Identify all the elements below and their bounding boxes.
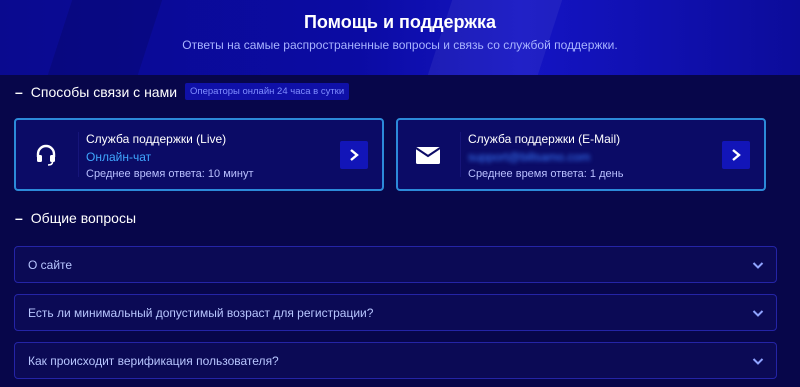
live-chat-link[interactable]: Онлайн-чат [86,150,151,164]
faq-item-verification[interactable]: Как происходит верификация пользователя? [14,342,777,379]
open-email-button[interactable] [722,141,750,169]
contact-heading-text: Способы связи с нами [30,83,178,100]
dash-icon: – [15,210,23,226]
faq-question: О сайте [28,257,73,272]
faq-heading-text: Общие вопросы [30,210,137,226]
chevron-right-icon [350,149,359,161]
faq-question: Есть ли минимальный допустимый возраст д… [28,305,374,320]
page-subtitle: Ответы на самые распространенные вопросы… [182,38,618,52]
card-divider [78,132,79,177]
envelope-icon [398,120,458,189]
support-email-link[interactable]: support@billsamo.com [468,150,590,164]
response-time: Среднее время ответа: 1 день [468,168,624,180]
online-status-badge: Операторы онлайн 24 часа в сутки [185,83,350,100]
card-divider [460,132,461,177]
faq-section-heading: – Общие вопросы [15,210,136,226]
response-time: Среднее время ответа: 10 минут [86,168,254,180]
page-header-banner: Помощь и поддержка Ответы на самые распр… [0,0,800,75]
email-support-card[interactable]: Служба поддержки (E-Mail) support@billsa… [396,118,766,191]
chevron-down-icon [752,310,764,317]
headset-icon [16,120,76,189]
live-support-card[interactable]: Служба поддержки (Live) Онлайн-чат Средн… [14,118,384,191]
page-title: Помощь и поддержка [303,12,497,32]
open-live-chat-button[interactable] [340,141,368,169]
faq-item-min-age[interactable]: Есть ли минимальный допустимый возраст д… [14,294,777,331]
faq-item-about-site[interactable]: О сайте [14,246,777,283]
chevron-down-icon [752,358,764,365]
faq-question: Как происходит верификация пользователя? [28,353,279,368]
card-title: Служба поддержки (Live) [86,132,227,146]
chevron-right-icon [732,149,741,161]
chevron-down-icon [752,262,764,269]
contact-section-heading: – Способы связи с нами Операторы онлайн … [15,83,350,100]
card-title: Служба поддержки (E-Mail) [468,132,621,146]
dash-icon: – [15,83,23,100]
